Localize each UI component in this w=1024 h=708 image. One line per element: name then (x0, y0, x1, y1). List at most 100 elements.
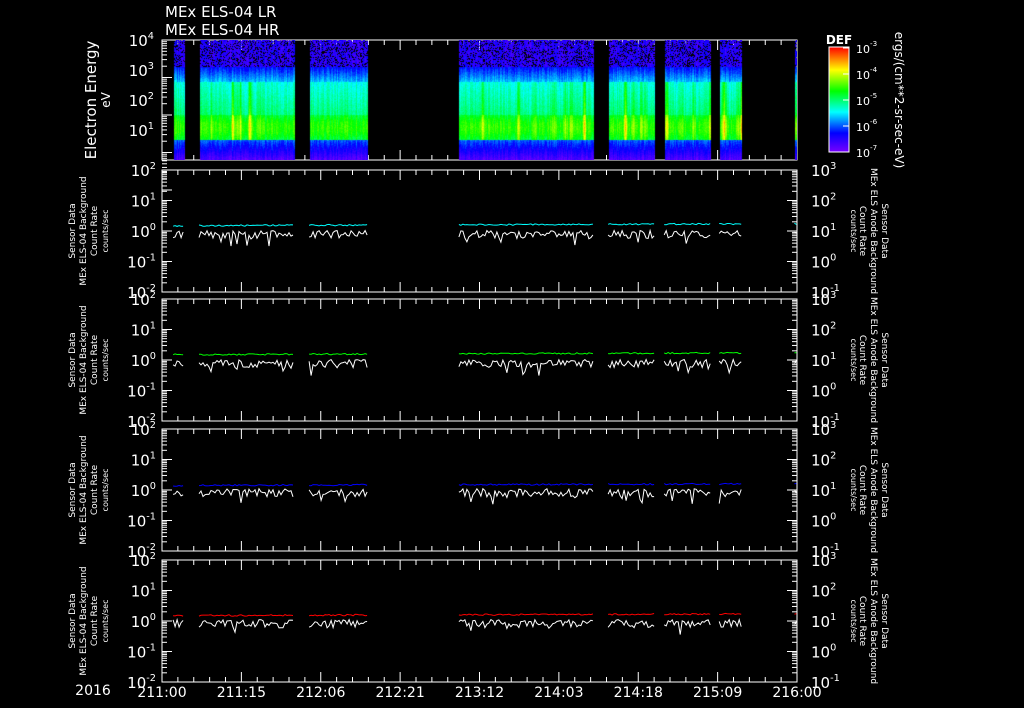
left-axis-label-line: Count Rate (90, 464, 100, 515)
series-white-line (308, 358, 368, 376)
series-white-line (607, 228, 655, 243)
energy-tick-label: 103 (129, 61, 154, 80)
y-tick-label: 100 (131, 222, 156, 241)
colorbar-unit: ergs/(cm**2-sr-sec-eV) (892, 32, 906, 169)
series-white-line (172, 230, 184, 240)
y-tick-label: 10-1 (127, 512, 156, 531)
series-background-line (458, 613, 594, 616)
series-background-line (172, 225, 184, 227)
left-axis-label-line: counts/sec (101, 339, 110, 382)
right-axis-label-line: Sensor Data (879, 462, 889, 517)
y-tick-label: 10-1 (127, 382, 156, 401)
series-background-line (664, 351, 711, 355)
left-axis-label-line: MEx ELS-04 Background (79, 176, 89, 285)
series-background-line (794, 222, 797, 225)
series-white-line (172, 617, 184, 629)
title-line-1: MEx ELS-04 LR (165, 3, 276, 21)
x-tick-label: 211:15 (217, 685, 266, 701)
left-axis-label-line: Sensor Data (68, 332, 78, 387)
series-background-line (173, 614, 184, 617)
x-tick-label: 213:12 (455, 685, 504, 701)
x-axis-year: 2016 (75, 683, 111, 699)
series-background-line (607, 482, 655, 486)
series-white-line (198, 487, 294, 503)
y-tick-label: 101 (811, 222, 836, 241)
series-white-line (172, 490, 184, 497)
series-white-line (198, 359, 294, 374)
left-axis-label-line: counts/sec (101, 210, 110, 253)
series-white-line (172, 360, 184, 367)
y-tick-label: 100 (811, 382, 836, 401)
series-white-line (458, 358, 594, 376)
series-white-line (718, 488, 742, 504)
series-white-line (458, 229, 594, 246)
y-tick-label: 100 (811, 512, 836, 531)
y-tick-label: 101 (811, 481, 836, 500)
y-tick-label: 10-1 (127, 643, 156, 662)
left-axis-label-line: MEx ELS-04 Background (79, 305, 89, 414)
y-tick-label: 102 (811, 321, 836, 340)
series-background-line (458, 223, 593, 226)
left-axis-label-line: Sensor Data (68, 203, 78, 258)
left-axis-label-line: counts/sec (101, 600, 110, 643)
y-tick-label: 102 (811, 582, 836, 601)
y-tick-label: 102 (131, 551, 156, 570)
y-tick-label: 103 (811, 290, 836, 309)
x-tick-label: 211:00 (137, 685, 186, 701)
y-tick-label: 101 (811, 612, 836, 631)
colorbar-tick-label: 10-3 (856, 39, 877, 56)
right-axis-label-line: MEx ELS Anode Background (868, 427, 878, 553)
y-tick-label: 102 (811, 451, 836, 470)
series-white-line (198, 618, 294, 634)
right-axis-label-line: counts/sec (849, 469, 858, 512)
y-tick-label: 102 (811, 192, 836, 211)
series-white-line (663, 488, 711, 504)
left-axis-label-line: Count Rate (90, 334, 100, 385)
y-tick-label: 101 (811, 351, 836, 370)
y-tick-label: 102 (131, 161, 156, 180)
y-tick-label: 102 (131, 290, 156, 309)
series-background-line (607, 223, 655, 226)
series-background-line (608, 613, 655, 616)
series-white-line (607, 619, 655, 629)
left-axis-label-line: Count Rate (90, 595, 100, 646)
right-axis-label-line: counts/sec (849, 210, 858, 253)
series-background-line (308, 223, 368, 227)
x-tick-label: 214:03 (534, 685, 583, 701)
panel-frame-1 (161, 169, 798, 293)
series-background-line (172, 353, 184, 356)
series-white-line (309, 229, 368, 240)
series-background-line (309, 613, 368, 617)
y-tick-label: 101 (131, 451, 156, 470)
y-tick-label: 100 (131, 612, 156, 631)
series-white-line (663, 618, 711, 635)
colorbar-tick-label: 10-5 (856, 91, 877, 108)
series-white-line (308, 618, 368, 630)
panel-frame-2 (161, 298, 798, 422)
series-white-line (607, 358, 655, 369)
energy-axis-unit: eV (99, 91, 113, 107)
y-tick-label: 101 (131, 321, 156, 340)
series-background-line (309, 352, 368, 356)
series-background-line (608, 352, 655, 355)
y-tick-label: 100 (131, 351, 156, 370)
colorbar-tick-label: 10-6 (856, 117, 878, 134)
energy-tick-label: 104 (129, 31, 154, 50)
colorbar-title: DEF (826, 33, 852, 47)
series-background-line (199, 353, 294, 356)
y-tick-label: 101 (131, 192, 156, 211)
colorbar-tick-label: 10-4 (856, 65, 878, 82)
series-white-line (308, 488, 368, 504)
y-tick-label: 101 (131, 582, 156, 601)
series-white-line (458, 618, 594, 631)
title-line-2: MEx ELS-04 HR (165, 21, 279, 39)
series-white-line (718, 229, 742, 237)
x-tick-label: 215:09 (693, 685, 742, 701)
y-tick-label: 100 (131, 481, 156, 500)
series-background-line (794, 613, 797, 615)
series-background-line (173, 484, 184, 487)
right-axis-label-line: Sensor Data (879, 203, 889, 258)
left-axis-label-line: counts/sec (101, 469, 110, 512)
series-background-line (664, 222, 711, 226)
left-axis-label-line: Sensor Data (68, 462, 78, 517)
